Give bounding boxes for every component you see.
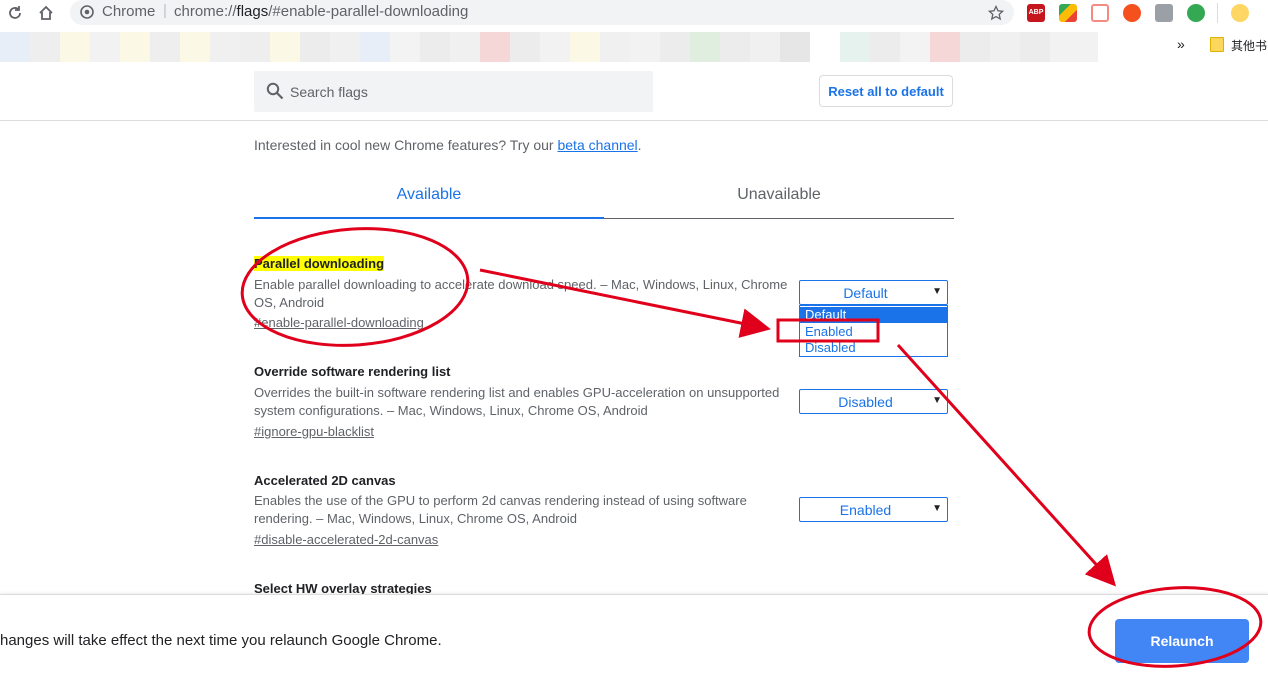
bookmark-blurred[interactable] bbox=[690, 32, 720, 62]
promo-text-end: . bbox=[637, 137, 642, 153]
adblock-plus-icon[interactable]: ABP bbox=[1027, 4, 1045, 22]
bookmark-blurred[interactable] bbox=[660, 32, 690, 62]
relaunch-message: hanges will take effect the next time yo… bbox=[0, 632, 442, 649]
bookmark-blurred[interactable] bbox=[0, 32, 30, 62]
select-value: Enabled bbox=[839, 502, 892, 518]
bookmark-blurred[interactable] bbox=[510, 32, 540, 62]
bookmark-blurred[interactable] bbox=[600, 32, 630, 62]
url-host: flags bbox=[236, 3, 269, 20]
bookmark-blurred[interactable] bbox=[570, 32, 600, 62]
bookmark-blurred[interactable] bbox=[30, 32, 60, 62]
promo-text-lead: Interested in cool new Chrome features? … bbox=[254, 137, 558, 153]
select-dropdown-list: Default Enabled Disabled bbox=[799, 305, 948, 357]
bookmark-blurred[interactable] bbox=[330, 32, 360, 62]
accelerated-canvas-select[interactable]: Enabled ▼ bbox=[799, 497, 948, 522]
select-value: Default bbox=[843, 285, 888, 301]
relaunch-button[interactable]: Relaunch bbox=[1115, 619, 1249, 663]
bookmark-blurred[interactable] bbox=[90, 32, 120, 62]
bookmark-star-icon[interactable] bbox=[985, 2, 1007, 24]
dropdown-arrow-icon: ▼ bbox=[932, 395, 942, 406]
bookmark-blurred[interactable] bbox=[120, 32, 150, 62]
folder-icon bbox=[1210, 37, 1224, 52]
bookmark-blurred[interactable] bbox=[1050, 32, 1098, 62]
tab-unavailable[interactable]: Unavailable bbox=[604, 184, 954, 218]
chrome-logo-icon bbox=[80, 5, 94, 24]
bookmark-blurred[interactable] bbox=[1020, 32, 1050, 62]
extension-infinity-icon[interactable] bbox=[1123, 4, 1141, 22]
bookmark-blurred[interactable] bbox=[540, 32, 570, 62]
parallel-downloading-title: Parallel downloading bbox=[254, 256, 385, 271]
override-rendering-select[interactable]: Disabled ▼ bbox=[799, 389, 948, 414]
url-prefix: chrome:// bbox=[174, 3, 237, 20]
option-enabled[interactable]: Enabled bbox=[800, 324, 947, 340]
bookmark-blurred[interactable] bbox=[720, 32, 750, 62]
bookmark-blurred[interactable] bbox=[450, 32, 480, 62]
omnibox-separator: | bbox=[163, 2, 167, 19]
bookmark-blurred[interactable] bbox=[990, 32, 1020, 62]
bookmark-blurred[interactable] bbox=[960, 32, 990, 62]
extension-window-icon[interactable] bbox=[1091, 4, 1109, 22]
toolbar-divider bbox=[1217, 3, 1218, 23]
experiment-description: Enables the use of the GPU to perform 2d… bbox=[254, 493, 747, 526]
beta-channel-link[interactable]: beta channel bbox=[557, 137, 637, 153]
dropdown-arrow-icon: ▼ bbox=[932, 286, 942, 297]
bookmarks-overflow-chevron[interactable]: » bbox=[1177, 36, 1185, 52]
bookmark-blurred[interactable] bbox=[270, 32, 300, 62]
omnibox-url[interactable]: chrome://flags/#enable-parallel-download… bbox=[174, 3, 468, 20]
search-input[interactable]: Search flags bbox=[290, 84, 368, 100]
bookmark-blurred[interactable] bbox=[390, 32, 420, 62]
experiment-title: Parallel downloading bbox=[254, 256, 385, 271]
reload-icon[interactable] bbox=[4, 2, 26, 24]
experiment-permalink[interactable]: #disable-accelerated-2d-canvas bbox=[254, 532, 438, 547]
bookmark-blurred[interactable] bbox=[840, 32, 870, 62]
home-icon[interactable] bbox=[35, 2, 57, 24]
bookmark-blurred[interactable] bbox=[210, 32, 240, 62]
omnibox-origin: Chrome bbox=[102, 3, 156, 20]
experiment-title: Accelerated 2D canvas bbox=[254, 473, 396, 488]
parallel-downloading-select[interactable]: Default ▼ bbox=[799, 280, 948, 305]
url-path: /#enable-parallel-downloading bbox=[268, 3, 469, 20]
option-disabled[interactable]: Disabled bbox=[800, 340, 947, 356]
bookmark-blurred[interactable] bbox=[870, 32, 900, 62]
promo-text: Interested in cool new Chrome features? … bbox=[254, 137, 642, 153]
other-bookmarks-folder[interactable]: 其他书 bbox=[1231, 37, 1267, 54]
extension-globe-icon[interactable] bbox=[1187, 4, 1205, 22]
select-value: Disabled bbox=[838, 394, 893, 410]
profile-avatar-icon[interactable] bbox=[1231, 4, 1249, 22]
reset-all-button[interactable]: Reset all to default bbox=[819, 75, 953, 107]
bookmark-blurred[interactable] bbox=[240, 32, 270, 62]
option-default[interactable]: Default bbox=[800, 307, 947, 323]
bookmark-blurred[interactable] bbox=[180, 32, 210, 62]
bookmark-blurred[interactable] bbox=[780, 32, 810, 62]
bookmark-blurred[interactable] bbox=[300, 32, 330, 62]
experiment-description: Enable parallel downloading to accelerat… bbox=[254, 277, 788, 310]
bookmark-blurred[interactable] bbox=[750, 32, 780, 62]
extension-color-icon[interactable] bbox=[1059, 4, 1077, 22]
bookmark-blurred[interactable] bbox=[630, 32, 660, 62]
browser-toolbar: Chrome | chrome://flags/#enable-parallel… bbox=[0, 0, 1268, 28]
active-tab-indicator bbox=[254, 217, 604, 219]
dropdown-arrow-icon: ▼ bbox=[932, 503, 942, 514]
bookmark-blurred[interactable] bbox=[60, 32, 90, 62]
bookmark-blurred[interactable] bbox=[420, 32, 450, 62]
search-icon bbox=[266, 82, 284, 105]
tab-available[interactable]: Available bbox=[254, 184, 604, 218]
bookmark-blurred[interactable] bbox=[150, 32, 180, 62]
bookmark-blurred[interactable] bbox=[360, 32, 390, 62]
experiment-title: Override software rendering list bbox=[254, 364, 451, 379]
experiment-permalink[interactable]: #ignore-gpu-blacklist bbox=[254, 424, 374, 439]
bookmark-blurred[interactable] bbox=[930, 32, 960, 62]
extension-image-icon[interactable] bbox=[1155, 4, 1173, 22]
annotation-arrow-to-relaunch bbox=[896, 343, 1117, 587]
experiment-description: Overrides the built-in software renderin… bbox=[254, 385, 780, 418]
experiment-permalink[interactable]: #enable-parallel-downloading bbox=[254, 315, 424, 330]
bookmark-blurred[interactable] bbox=[900, 32, 930, 62]
bookmarks-bar bbox=[0, 30, 1268, 64]
bookmark-blurred[interactable] bbox=[480, 32, 510, 62]
